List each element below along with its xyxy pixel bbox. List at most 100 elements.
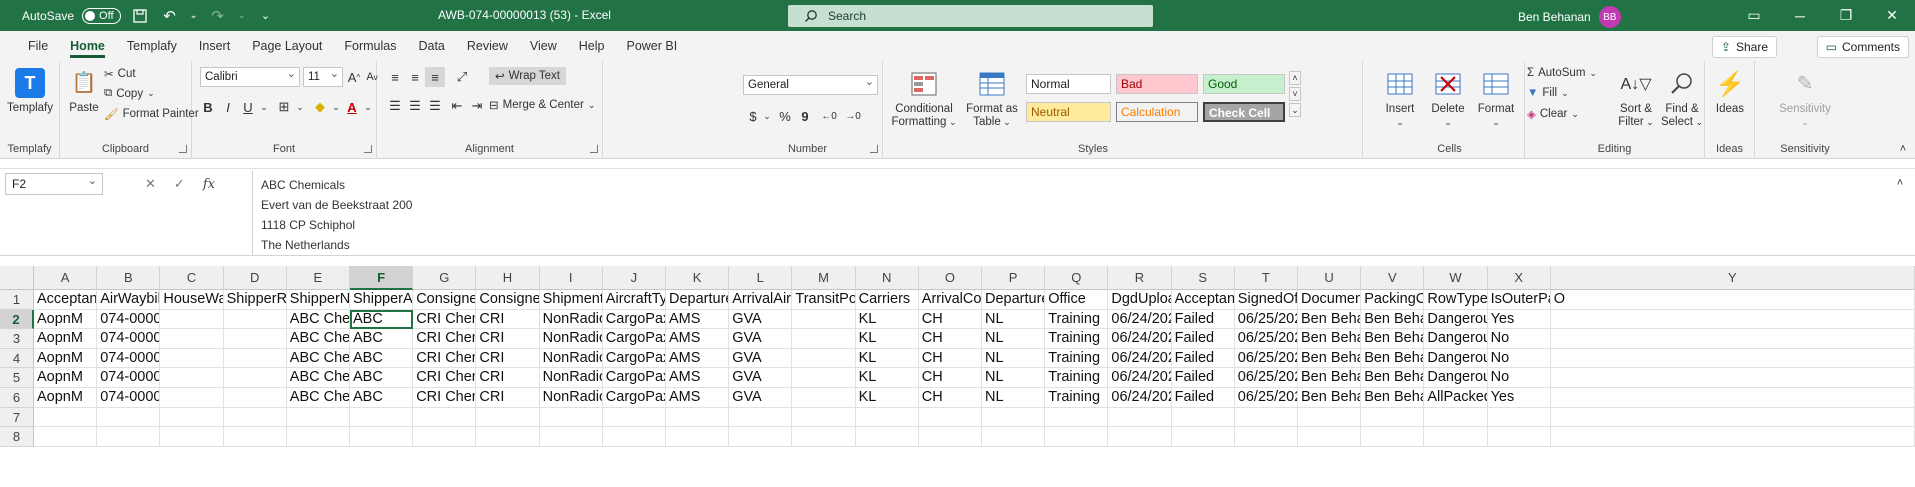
cell-v1[interactable]: PackingCh — [1361, 290, 1425, 310]
find-select-button[interactable]: Find & Select ⌄ — [1659, 69, 1705, 129]
column-header-u[interactable]: U — [1298, 266, 1362, 290]
cell-c6[interactable] — [160, 388, 224, 408]
cell-t7[interactable] — [1234, 407, 1298, 428]
font-name-select[interactable]: Calibri — [200, 65, 300, 87]
cell-g5[interactable]: CRI Chemi — [413, 368, 477, 388]
share-button[interactable]: ⇪ Share — [1711, 36, 1777, 58]
cell-g4[interactable]: CRI Chemi — [413, 348, 477, 369]
cell-p8[interactable] — [982, 427, 1046, 447]
cell-g2[interactable]: CRI Chemi — [413, 309, 477, 330]
cell-e3[interactable]: ABC Chem — [286, 329, 350, 349]
cell-a1[interactable]: Acceptanc — [34, 290, 98, 310]
column-header-y[interactable]: Y — [1550, 266, 1915, 290]
column-header-q[interactable]: Q — [1045, 266, 1109, 290]
cell-b8[interactable] — [97, 427, 161, 447]
cell-q8[interactable] — [1045, 427, 1109, 447]
column-header-e[interactable]: E — [286, 266, 350, 290]
cell-i6[interactable]: NonRadio — [539, 388, 603, 408]
cell-j6[interactable]: CargoPax — [602, 388, 666, 408]
insert-cells-button[interactable]: Insert ⌄ — [1375, 69, 1425, 129]
cell-c8[interactable] — [160, 427, 224, 447]
cell-i5[interactable]: NonRadio — [539, 368, 603, 388]
cell-e8[interactable] — [286, 427, 350, 447]
cell-j7[interactable] — [602, 407, 666, 428]
style-check-cell[interactable]: Check Cell — [1203, 102, 1285, 122]
comments-button[interactable]: ▭ Comments — [1816, 36, 1909, 58]
align-top-icon[interactable]: ≡ — [385, 67, 405, 87]
save-icon[interactable] — [129, 6, 151, 26]
cell-l1[interactable]: ArrivalAirp — [729, 290, 793, 310]
format-painter-button[interactable]: 🖌 Format Painter — [104, 107, 199, 121]
styles-more-icon[interactable]: ⌄ — [1289, 103, 1301, 117]
tab-templafy[interactable]: Templafy — [116, 31, 188, 61]
cell-u4[interactable]: Ben Behar — [1298, 348, 1362, 369]
cell-w2[interactable]: Dangerous — [1424, 309, 1488, 330]
column-header-w[interactable]: W — [1424, 266, 1488, 290]
column-header-x[interactable]: X — [1487, 266, 1551, 290]
cell-t6[interactable]: 06/25/202 — [1234, 388, 1298, 408]
tab-page-layout[interactable]: Page Layout — [241, 31, 333, 61]
cell-h5[interactable]: CRI — [476, 368, 540, 388]
tab-review[interactable]: Review — [456, 31, 519, 61]
cell-f5[interactable]: ABC — [350, 368, 414, 388]
increase-decimal-icon[interactable]: ←0 — [819, 106, 839, 126]
tab-data[interactable]: Data — [407, 31, 455, 61]
cell-u1[interactable]: Document — [1298, 290, 1362, 310]
cell-i7[interactable] — [539, 407, 603, 428]
cell-s1[interactable]: Acceptanc — [1171, 290, 1235, 310]
italic-button[interactable]: I — [218, 97, 238, 117]
cell-r7[interactable] — [1108, 407, 1172, 428]
cell-e2[interactable]: ABC Chem — [286, 309, 350, 330]
cell-r3[interactable]: 06/24/202 — [1108, 329, 1172, 349]
undo-dropdown-icon[interactable]: ⌄ — [189, 6, 199, 26]
cell-q7[interactable] — [1045, 407, 1109, 428]
underline-dropdown-icon[interactable]: ⌄ — [254, 97, 274, 117]
minimize-icon[interactable]: ─ — [1777, 0, 1823, 31]
cell-w8[interactable] — [1424, 427, 1488, 447]
cell-e6[interactable]: ABC Chem — [286, 388, 350, 408]
cell-v5[interactable]: Ben Behar — [1361, 368, 1425, 388]
cell-q5[interactable]: Training — [1045, 368, 1109, 388]
cell-u8[interactable] — [1298, 427, 1362, 447]
cell-u5[interactable]: Ben Behar — [1298, 368, 1362, 388]
cell-w5[interactable]: Dangerous — [1424, 368, 1488, 388]
cell-y6[interactable] — [1550, 388, 1915, 408]
align-left-icon[interactable]: ☰ — [385, 96, 405, 116]
wrap-text-button[interactable]: ↩ Wrap Text — [489, 67, 566, 85]
cell-c2[interactable] — [160, 309, 224, 330]
cell-f2[interactable]: ABC — [350, 309, 414, 330]
cell-h8[interactable] — [476, 427, 540, 447]
cell-d6[interactable] — [223, 388, 287, 408]
cell-t1[interactable]: SignedOffe — [1234, 290, 1298, 310]
decrease-indent-icon[interactable]: ⇤ — [447, 96, 467, 116]
dialog-launcher-icon[interactable] — [364, 145, 372, 153]
cell-f6[interactable]: ABC — [350, 388, 414, 408]
cell-n7[interactable] — [855, 407, 919, 428]
cell-m4[interactable] — [792, 348, 856, 369]
row-header-3[interactable]: 3 — [0, 329, 34, 349]
cell-v2[interactable]: Ben Behar — [1361, 309, 1425, 330]
cell-y1[interactable]: O — [1550, 290, 1915, 310]
column-header-f[interactable]: F — [350, 266, 414, 290]
cell-w3[interactable]: Dangerous — [1424, 329, 1488, 349]
tab-home[interactable]: Home — [59, 31, 116, 61]
ideas-button[interactable]: ⚡ Ideas — [1707, 69, 1753, 116]
cell-u6[interactable]: Ben Behar — [1298, 388, 1362, 408]
cell-n8[interactable] — [855, 427, 919, 447]
cell-p7[interactable] — [982, 407, 1046, 428]
cell-n2[interactable]: KL — [855, 309, 919, 330]
cell-g6[interactable]: CRI Chemi — [413, 388, 477, 408]
cell-d1[interactable]: ShipperRe — [223, 290, 287, 310]
style-normal[interactable]: Normal — [1026, 74, 1111, 94]
column-header-b[interactable]: B — [97, 266, 161, 290]
cell-d3[interactable] — [223, 329, 287, 349]
cell-b6[interactable]: 074-00000013 — [97, 388, 161, 408]
cell-o8[interactable] — [918, 427, 982, 447]
align-middle-icon[interactable]: ≡ — [405, 67, 425, 87]
copy-button[interactable]: ⧉ Copy ⌄ — [104, 87, 155, 100]
cell-f4[interactable]: ABC — [350, 348, 414, 369]
column-header-j[interactable]: J — [602, 266, 666, 290]
cell-b1[interactable]: AirWaybill — [97, 290, 161, 310]
cell-a3[interactable]: AopnM — [34, 329, 98, 349]
cell-c4[interactable] — [160, 348, 224, 369]
